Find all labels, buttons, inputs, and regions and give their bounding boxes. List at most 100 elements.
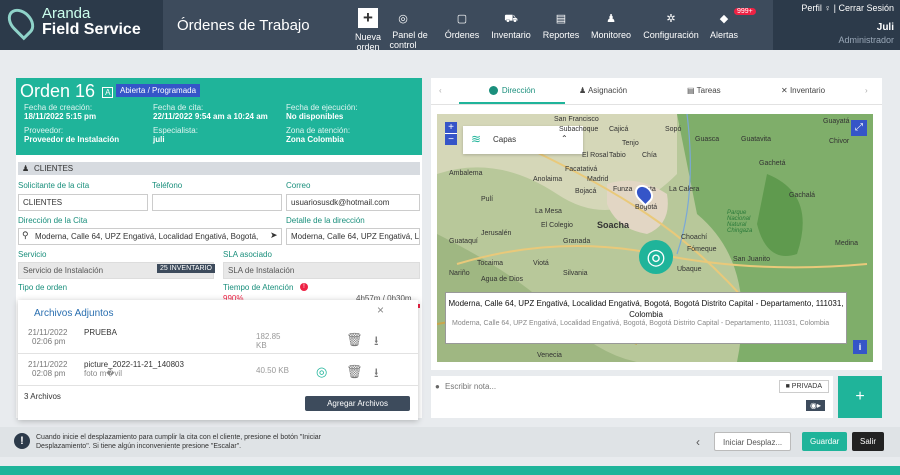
footer-bar <box>0 466 900 475</box>
servicio-label: Servicio <box>18 250 47 259</box>
nav-reports[interactable]: ▤ Reportes <box>541 0 581 50</box>
report-icon: ▤ <box>555 13 567 25</box>
close-icon[interactable]: × <box>377 303 384 317</box>
park-label: Parque Nacional Natural Chingaza <box>727 210 753 234</box>
trash-icon[interactable]: 🗑 <box>346 332 363 348</box>
add-note-button[interactable]: + <box>838 376 882 418</box>
map-label: La Mesa <box>535 208 562 215</box>
logout-link[interactable]: Cerrar Sesión <box>838 3 894 13</box>
map-label: Ubaque <box>677 266 702 273</box>
note-input[interactable] <box>445 379 725 393</box>
nav-alerts[interactable]: ◆ 999+ Alertas <box>706 0 756 50</box>
save-button[interactable]: Guardar <box>802 432 848 451</box>
tab-asignacion[interactable]: ♟ Asignación <box>579 86 627 95</box>
field-label: Fecha de cita: <box>153 103 204 112</box>
detalle-input[interactable]: Moderna, Calle 64, UPZ Engativá, L <box>286 228 420 245</box>
nav-control-panel[interactable]: ◎ Panel de control <box>370 0 436 50</box>
address-main: Moderna, Calle 64, UPZ Engativá, Localid… <box>448 299 844 319</box>
tab-inventario[interactable]: ✕ Inventario <box>781 86 825 95</box>
appointment-field: Fecha de cita: 22/11/2022 9:54 am a 10:24… <box>153 103 268 121</box>
tab-label: Tareas <box>696 86 721 95</box>
field-label: Zona de atención: <box>286 126 351 135</box>
created-field: Fecha de creación: 18/11/2022 5:15 pm <box>24 103 96 121</box>
map-label: Subachoque <box>559 126 599 133</box>
sla-input[interactable]: SLA de Instalación <box>223 262 420 279</box>
nav-label: Monitoreo <box>590 30 632 40</box>
attachment-row[interactable]: 21/11/2022 02:06 pm PRUEBA 182.85 KB 🗑 ⭳ <box>18 326 418 354</box>
target-icon[interactable]: ◎ <box>316 364 327 380</box>
clients-section-header: ♟ CLIENTES <box>18 162 420 175</box>
attachment-date: 21/11/2022 02:08 pm <box>28 360 67 378</box>
nav-label: Inventario <box>491 30 531 40</box>
attachment-size: 40.50 KB <box>256 366 289 375</box>
map-label: Viotá <box>533 260 549 267</box>
map[interactable]: + − ≋ Capas ⌃ ⤢ San Francisco Subachoque… <box>437 114 873 362</box>
order-number: 16 <box>75 81 96 101</box>
map-label: Silvania <box>563 270 588 277</box>
solicitante-input[interactable]: CLIENTES <box>18 194 148 211</box>
pin-icon: ⚲ <box>22 230 29 240</box>
download-icon[interactable]: ⭳ <box>374 364 379 386</box>
profile-link[interactable]: Perfil <box>801 3 822 13</box>
list-icon: ▤ <box>687 86 697 95</box>
page-title: Órdenes de Trabajo <box>177 17 310 34</box>
tab-tareas[interactable]: ▤ Tareas <box>687 86 721 95</box>
nav-settings[interactable]: ✲ Configuración <box>642 0 700 50</box>
trash-icon[interactable]: 🗑 <box>346 364 363 380</box>
map-label: Tabio <box>609 152 626 159</box>
nav-label: Alertas <box>709 30 738 40</box>
alert-icon: ! <box>300 283 308 291</box>
zoom-in-button[interactable]: + <box>445 122 457 133</box>
map-label: San Francisco <box>554 116 599 123</box>
navigation-icon <box>488 86 498 96</box>
field-label: Especialista: <box>153 126 198 135</box>
inventory-tag[interactable]: 25 INVENTARIO <box>157 264 215 273</box>
tiempo-label: Tiempo de Atención <box>223 283 294 292</box>
tab-direccion[interactable]: Dirección <box>459 86 565 105</box>
fullscreen-icon[interactable]: ⤢ <box>851 120 867 136</box>
map-label: Nariño <box>449 270 470 277</box>
attachments-popup: Archivos Adjuntos × 21/11/2022 02:06 pm P… <box>18 300 418 420</box>
name: picture_2022-11-21_140803 <box>84 360 184 369</box>
target-icon[interactable]: ◎ <box>639 240 673 274</box>
orders-icon: ▢ <box>456 13 468 25</box>
address-popup: Moderna, Calle 64, UPZ Engativá, Localid… <box>445 292 847 344</box>
zoom-control[interactable]: + − <box>445 122 457 145</box>
chevron-left-icon[interactable]: ‹ <box>696 435 700 449</box>
nav-inventory[interactable]: ⛟ Inventario <box>489 0 533 50</box>
zoom-out-button[interactable]: − <box>445 133 457 145</box>
attachment-name[interactable]: picture_2022-11-21_140803 foto m�vil <box>84 360 184 378</box>
nav-monitoring[interactable]: ♟ Monitoreo <box>588 0 634 50</box>
attachment-row[interactable]: 21/11/2022 02:08 pm picture_2022-11-21_14… <box>18 358 418 386</box>
map-label: Medina <box>835 240 858 247</box>
toggle-icon[interactable]: ◉▸ <box>806 400 825 411</box>
info-icon[interactable]: i <box>853 340 867 354</box>
app-logo[interactable]: Aranda Field Service <box>2 3 141 41</box>
nav-orders[interactable]: ▢ Órdenes <box>444 0 480 50</box>
tab-next-icon[interactable]: › <box>865 86 868 95</box>
user-role: Administrador <box>838 35 894 45</box>
private-toggle[interactable]: ■ PRIVADA <box>778 380 829 393</box>
start-travel-button[interactable]: Iniciar Desplaz... <box>714 432 792 451</box>
download-icon[interactable]: ⭳ <box>374 332 379 354</box>
add-files-button[interactable]: Agregar Archivos <box>305 396 410 411</box>
logo-line1: Aranda <box>42 5 91 22</box>
tab-prev-icon[interactable]: ‹ <box>439 86 442 95</box>
warning-icon: ! <box>14 433 30 449</box>
telefono-label: Teléfono <box>152 181 183 190</box>
map-label: Sopó <box>665 126 682 133</box>
exit-button[interactable]: Salir <box>852 432 885 451</box>
locate-arrow-icon[interactable]: ➤ <box>270 230 278 241</box>
sla-label: SLA asociado <box>223 250 272 259</box>
map-label: Ambalema <box>449 170 483 177</box>
direccion-input[interactable]: Moderna, Calle 64, UPZ Engativá, Localid… <box>18 228 282 245</box>
field-value: 22/11/2022 9:54 am a 10:24 am <box>153 112 268 121</box>
telefono-input[interactable] <box>152 194 282 211</box>
tab-label: Asignación <box>587 86 628 95</box>
correo-input[interactable]: usuariosusdk@hotmail.com <box>286 194 420 211</box>
attachment-name[interactable]: PRUEBA <box>84 328 117 337</box>
map-label: Jerusalén <box>481 230 512 237</box>
alerts-badge: 999+ <box>734 8 756 15</box>
order-title-label: Orden <box>20 81 71 101</box>
nav-label: Panel de control <box>389 30 428 50</box>
